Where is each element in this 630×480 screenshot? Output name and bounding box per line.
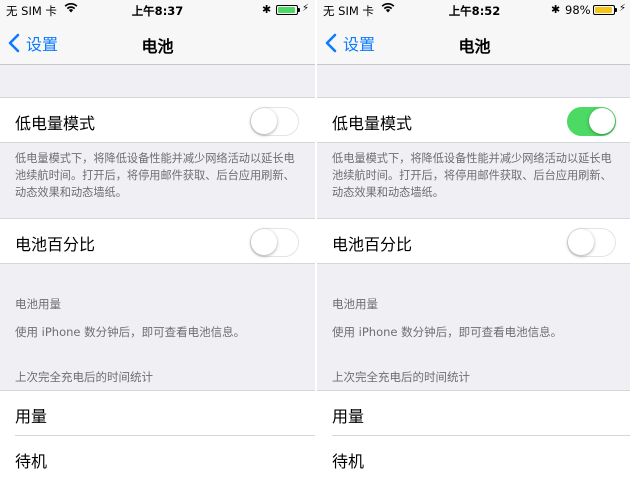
battery-percentage-label: 电池百分比: [332, 235, 413, 254]
status-bar: 无 SIM 卡 上午8:37 ✱ ⚡: [0, 0, 315, 20]
standby-row[interactable]: 待机: [317, 436, 630, 480]
standby-row-label: 待机: [332, 452, 365, 471]
nav-bar: 设置 电池: [0, 20, 315, 65]
usage-group: 用量 待机: [0, 390, 315, 480]
low-power-label: 低电量模式: [15, 114, 96, 133]
battery-percentage-label: 电池百分比: [15, 235, 96, 254]
usage-row-label: 用量: [332, 407, 365, 426]
usage-note: 使用 iPhone 数分钟后，即可查看电池信息。: [15, 325, 246, 339]
battery-fill: [595, 7, 612, 13]
standby-row-label: 待机: [15, 452, 48, 471]
low-power-description: 低电量模式下，将降低设备性能并减少网络活动以延长电池续航时间。打开后，将停用邮件…: [332, 152, 612, 199]
usage-row[interactable]: 用量: [0, 391, 315, 436]
battery-icon: [276, 5, 300, 15]
low-power-toggle[interactable]: [250, 107, 299, 136]
usage-row[interactable]: 用量: [317, 391, 630, 436]
bluetooth-icon: ✱: [551, 3, 561, 16]
usage-group: 用量 待机: [317, 390, 630, 480]
battery-percentage-toggle[interactable]: [250, 228, 299, 257]
screen-right: 无 SIM 卡 上午8:52 ✱ 98% ⚡ 设置 电池 低电量模式 低电量模式…: [317, 0, 630, 480]
battery-percentage-toggle[interactable]: [567, 228, 616, 257]
low-power-description: 低电量模式下，将降低设备性能并减少网络活动以延长电池续航时间。打开后，将停用邮件…: [15, 152, 295, 199]
usage-header: 电池用量: [332, 297, 378, 311]
usage-header: 电池用量: [15, 297, 61, 311]
screen-left: 无 SIM 卡 上午8:37 ✱ ⚡ 设置 电池 低电量模式 低电量模式下，将降…: [0, 0, 315, 480]
usage-row-label: 用量: [15, 407, 48, 426]
low-power-row: 低电量模式: [0, 97, 315, 143]
nav-bar: 设置 电池: [317, 20, 630, 65]
since-charge-header: 上次完全充电后的时间统计: [15, 370, 153, 384]
battery-percentage-text: 98%: [565, 3, 591, 17]
bluetooth-icon: ✱: [262, 3, 272, 16]
usage-note: 使用 iPhone 数分钟后，即可查看电池信息。: [332, 325, 563, 339]
battery-fill: [278, 7, 295, 13]
standby-row[interactable]: 待机: [0, 436, 315, 480]
page-title: 电池: [458, 37, 491, 56]
battery-icon: [593, 5, 617, 15]
low-power-row: 低电量模式: [317, 97, 630, 143]
battery-percentage-row: 电池百分比: [317, 218, 630, 264]
low-power-label: 低电量模式: [332, 114, 413, 133]
since-charge-header: 上次完全充电后的时间统计: [332, 370, 470, 384]
charging-icon: ⚡: [619, 3, 627, 14]
battery-percentage-row: 电池百分比: [0, 218, 315, 264]
status-bar: 无 SIM 卡 上午8:52 ✱ 98% ⚡: [317, 0, 630, 20]
low-power-toggle[interactable]: [567, 107, 616, 136]
charging-icon: ⚡: [302, 3, 310, 14]
page-title: 电池: [141, 37, 174, 56]
